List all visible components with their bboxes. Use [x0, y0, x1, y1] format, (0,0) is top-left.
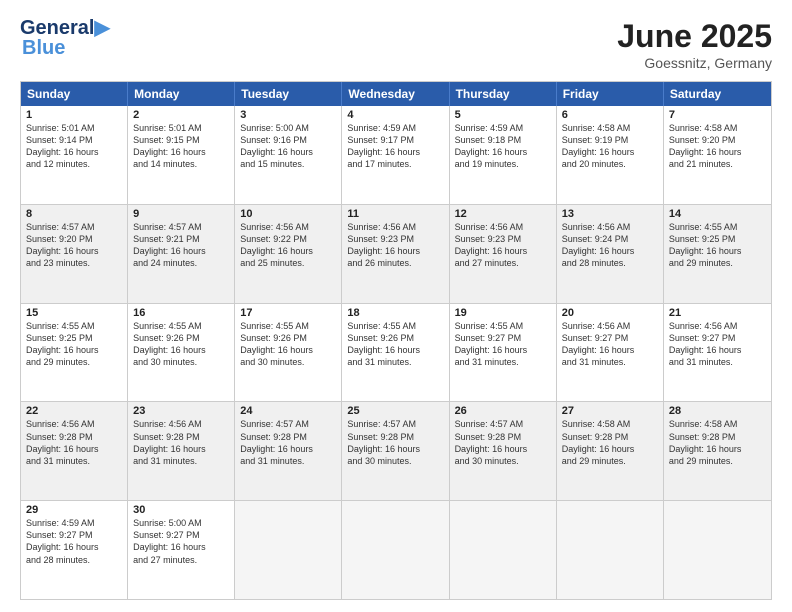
header-monday: Monday — [128, 82, 235, 106]
week-row-4: 22 Sunrise: 4:56 AMSunset: 9:28 PMDaylig… — [21, 401, 771, 500]
day-25: 25 Sunrise: 4:57 AMSunset: 9:28 PMDaylig… — [342, 402, 449, 500]
header-friday: Friday — [557, 82, 664, 106]
day-21: 21 Sunrise: 4:56 AMSunset: 9:27 PMDaylig… — [664, 304, 771, 402]
day-22: 22 Sunrise: 4:56 AMSunset: 9:28 PMDaylig… — [21, 402, 128, 500]
day-15: 15 Sunrise: 4:55 AMSunset: 9:25 PMDaylig… — [21, 304, 128, 402]
day-27: 27 Sunrise: 4:58 AMSunset: 9:28 PMDaylig… — [557, 402, 664, 500]
day-11: 11 Sunrise: 4:56 AMSunset: 9:23 PMDaylig… — [342, 205, 449, 303]
day-13: 13 Sunrise: 4:56 AMSunset: 9:24 PMDaylig… — [557, 205, 664, 303]
header-tuesday: Tuesday — [235, 82, 342, 106]
day-16: 16 Sunrise: 4:55 AMSunset: 9:26 PMDaylig… — [128, 304, 235, 402]
empty-cell-5 — [664, 501, 771, 599]
day-6: 6 Sunrise: 4:58 AMSunset: 9:19 PMDayligh… — [557, 106, 664, 204]
day-4: 4 Sunrise: 4:59 AMSunset: 9:17 PMDayligh… — [342, 106, 449, 204]
day-18: 18 Sunrise: 4:55 AMSunset: 9:26 PMDaylig… — [342, 304, 449, 402]
calendar-body: 1 Sunrise: 5:01 AMSunset: 9:14 PMDayligh… — [21, 106, 771, 599]
calendar: Sunday Monday Tuesday Wednesday Thursday… — [20, 81, 772, 600]
empty-cell-2 — [342, 501, 449, 599]
title-block: June 2025 Goessnitz, Germany — [617, 18, 772, 71]
day-1: 1 Sunrise: 5:01 AMSunset: 9:14 PMDayligh… — [21, 106, 128, 204]
day-3: 3 Sunrise: 5:00 AMSunset: 9:16 PMDayligh… — [235, 106, 342, 204]
day-26: 26 Sunrise: 4:57 AMSunset: 9:28 PMDaylig… — [450, 402, 557, 500]
logo: General▶ Blue — [20, 18, 110, 58]
logo-blue: Blue — [22, 38, 65, 58]
month-title: June 2025 — [617, 18, 772, 55]
day-8: 8 Sunrise: 4:57 AMSunset: 9:20 PMDayligh… — [21, 205, 128, 303]
empty-cell-1 — [235, 501, 342, 599]
week-row-3: 15 Sunrise: 4:55 AMSunset: 9:25 PMDaylig… — [21, 303, 771, 402]
day-24: 24 Sunrise: 4:57 AMSunset: 9:28 PMDaylig… — [235, 402, 342, 500]
logo-text: General▶ — [20, 18, 110, 38]
day-23: 23 Sunrise: 4:56 AMSunset: 9:28 PMDaylig… — [128, 402, 235, 500]
header-thursday: Thursday — [450, 82, 557, 106]
header-wednesday: Wednesday — [342, 82, 449, 106]
empty-cell-4 — [557, 501, 664, 599]
day-9: 9 Sunrise: 4:57 AMSunset: 9:21 PMDayligh… — [128, 205, 235, 303]
header-sunday: Sunday — [21, 82, 128, 106]
day-12: 12 Sunrise: 4:56 AMSunset: 9:23 PMDaylig… — [450, 205, 557, 303]
empty-cell-3 — [450, 501, 557, 599]
week-row-2: 8 Sunrise: 4:57 AMSunset: 9:20 PMDayligh… — [21, 204, 771, 303]
week-row-5: 29 Sunrise: 4:59 AMSunset: 9:27 PMDaylig… — [21, 500, 771, 599]
day-7: 7 Sunrise: 4:58 AMSunset: 9:20 PMDayligh… — [664, 106, 771, 204]
day-17: 17 Sunrise: 4:55 AMSunset: 9:26 PMDaylig… — [235, 304, 342, 402]
day-2: 2 Sunrise: 5:01 AMSunset: 9:15 PMDayligh… — [128, 106, 235, 204]
day-30: 30 Sunrise: 5:00 AMSunset: 9:27 PMDaylig… — [128, 501, 235, 599]
week-row-1: 1 Sunrise: 5:01 AMSunset: 9:14 PMDayligh… — [21, 106, 771, 204]
day-5: 5 Sunrise: 4:59 AMSunset: 9:18 PMDayligh… — [450, 106, 557, 204]
day-29: 29 Sunrise: 4:59 AMSunset: 9:27 PMDaylig… — [21, 501, 128, 599]
calendar-header: Sunday Monday Tuesday Wednesday Thursday… — [21, 82, 771, 106]
day-14: 14 Sunrise: 4:55 AMSunset: 9:25 PMDaylig… — [664, 205, 771, 303]
day-19: 19 Sunrise: 4:55 AMSunset: 9:27 PMDaylig… — [450, 304, 557, 402]
day-10: 10 Sunrise: 4:56 AMSunset: 9:22 PMDaylig… — [235, 205, 342, 303]
location: Goessnitz, Germany — [617, 55, 772, 71]
header-saturday: Saturday — [664, 82, 771, 106]
page-header: General▶ Blue June 2025 Goessnitz, Germa… — [20, 18, 772, 71]
day-28: 28 Sunrise: 4:58 AMSunset: 9:28 PMDaylig… — [664, 402, 771, 500]
day-20: 20 Sunrise: 4:56 AMSunset: 9:27 PMDaylig… — [557, 304, 664, 402]
